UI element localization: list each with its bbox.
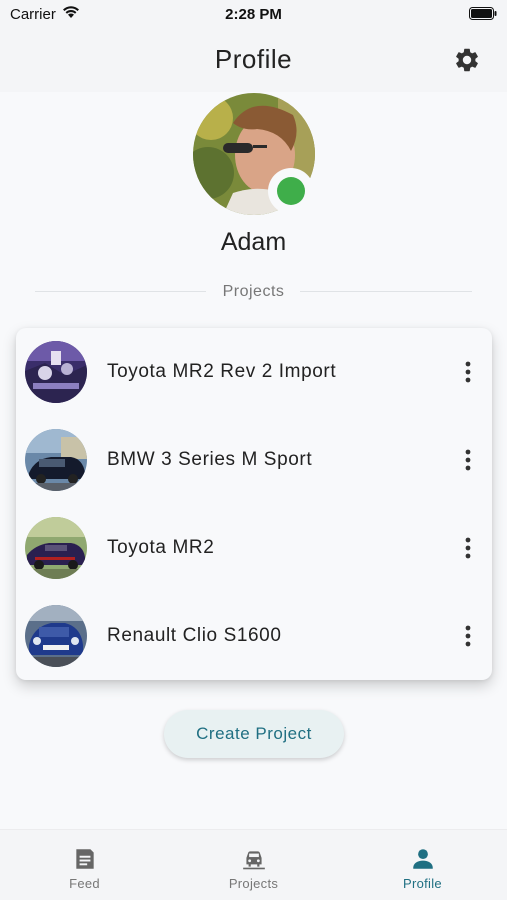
project-name: Renault Clio S1600 <box>107 625 282 646</box>
car-icon <box>243 851 265 870</box>
project-thumbnail <box>25 517 87 579</box>
person-icon <box>413 849 433 869</box>
project-name: BMW 3 Series M Sport <box>107 449 313 470</box>
create-project-button[interactable]: Create Project <box>164 710 344 758</box>
more-options-icon[interactable] <box>462 624 474 648</box>
project-item[interactable]: Renault Clio S1600 <box>16 592 492 680</box>
feed-icon <box>76 849 94 869</box>
user-name: Adam <box>220 228 287 256</box>
project-item[interactable]: Toyota MR2 <box>16 504 492 592</box>
app-header: Profile <box>0 28 507 92</box>
project-thumbnail <box>25 605 87 667</box>
more-options-icon[interactable] <box>462 448 474 472</box>
project-name: Toyota MR2 <box>107 537 215 558</box>
nav-tab-projects[interactable]: Projects <box>169 830 338 900</box>
battery-icon <box>469 7 497 20</box>
profile-screen: Carrier 2:28 PM Profile Adam Projects To… <box>0 0 507 900</box>
project-list: Toyota MR2 Rev 2 Import BMW 3 Series M S <box>16 328 492 680</box>
more-options-icon[interactable] <box>462 536 474 560</box>
nav-tab-feed[interactable]: Feed <box>0 830 169 900</box>
project-item[interactable]: Toyota MR2 Rev 2 Import <box>16 328 492 416</box>
project-thumbnail <box>25 341 87 403</box>
nav-label: Projects <box>228 876 279 891</box>
projects-section-label: Projects <box>222 283 285 300</box>
nav-tab-profile[interactable]: Profile <box>338 830 507 900</box>
nav-label: Feed <box>69 876 100 891</box>
project-thumbnail <box>25 429 87 491</box>
nav-label: Profile <box>403 876 442 891</box>
project-item[interactable]: BMW 3 Series M Sport <box>16 416 492 504</box>
more-options-icon[interactable] <box>462 360 474 384</box>
bottom-navigation: Feed Projects Profile <box>0 829 507 900</box>
online-status-indicator <box>268 168 314 214</box>
divider <box>300 291 472 292</box>
status-bar: Carrier 2:28 PM <box>0 0 507 28</box>
page-title: Profile <box>214 44 293 74</box>
project-name: Toyota MR2 Rev 2 Import <box>107 361 337 382</box>
clock: 2:28 PM <box>225 6 282 23</box>
online-dot <box>277 177 305 205</box>
gear-icon[interactable] <box>453 46 481 74</box>
